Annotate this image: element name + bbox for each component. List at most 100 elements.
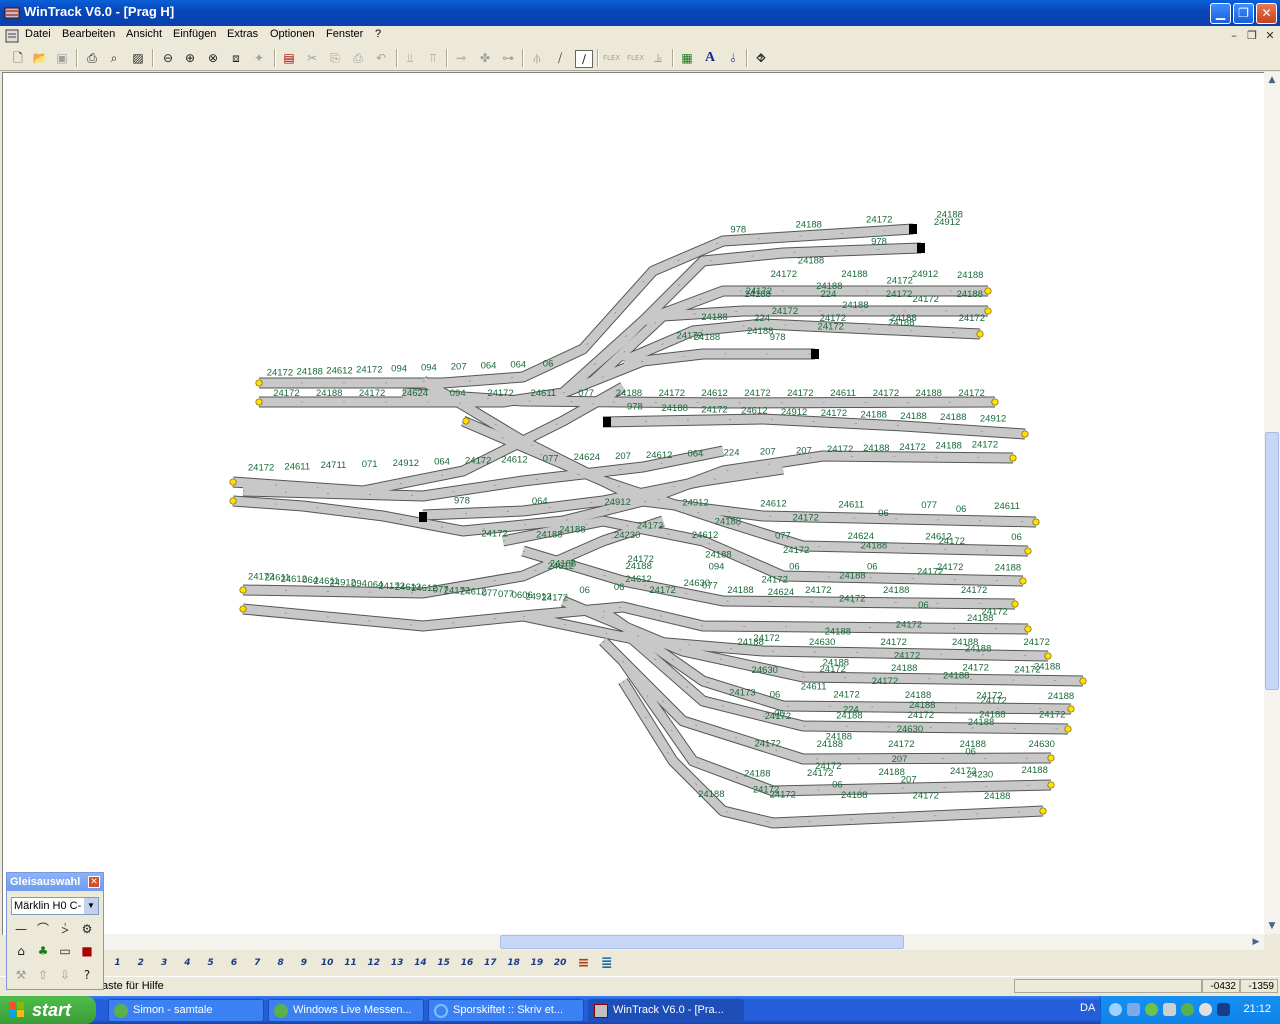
mdi-close-icon[interactable]: ✕ [1262,29,1278,43]
security-icon[interactable] [1163,1003,1176,1016]
scroll-down-icon[interactable]: ▼ [1264,918,1280,934]
flex-track-icon[interactable]: ∕ [575,50,593,68]
track-end-marker[interactable] [1021,430,1029,438]
messenger-status-icon[interactable] [1181,1003,1194,1016]
chevron-left-icon[interactable] [1109,1003,1122,1016]
layer-10-icon[interactable]: 10 [318,955,337,972]
palette-help-icon[interactable]: ? [77,965,97,985]
move-down-icon[interactable]: ⇩ [55,965,75,985]
layer-14-icon[interactable]: 14 [411,955,430,972]
restore-button[interactable]: ❐ [1233,3,1254,24]
scroll-right-icon[interactable]: ▶ [1248,934,1264,950]
mdi-minimize-icon[interactable]: – [1226,29,1242,43]
track-end-marker[interactable] [1011,600,1019,608]
print-preview-icon[interactable]: ⌕ [106,50,122,66]
layer-2-icon[interactable]: 2 [131,955,150,972]
close-button[interactable]: ✕ [1256,3,1277,24]
track-end-marker[interactable] [1064,725,1072,733]
connect-icon[interactable]: ⊸ [453,50,469,66]
text-icon[interactable]: A [702,50,718,66]
platform-icon[interactable]: ▭ [55,941,75,961]
turnout-icon[interactable]: ⫛ [529,50,545,66]
print-icon[interactable]: ⎙ [84,50,100,66]
menu-einfuegen[interactable]: Einfügen [173,28,216,40]
cut-icon[interactable]: ✂ [304,50,320,66]
image-icon[interactable]: ▨ [130,50,146,66]
open-icon[interactable]: 📂 [32,50,48,66]
layer-1-icon[interactable]: 1 [108,955,127,972]
messenger-tray-icon[interactable] [1145,1003,1158,1016]
chevron-down-icon[interactable]: ▼ [84,898,98,914]
save-icon[interactable]: ▣ [54,50,70,66]
track-system-select[interactable]: Märklin H0 C- ▼ [11,897,99,915]
layer-15-icon[interactable]: 15 [434,955,453,972]
buffer-stop[interactable] [917,243,925,253]
track-plan-canvas[interactable]: 24172 24188 24612 24172 094 094 207 064 064 06 241… [2,72,1265,935]
layer-11-icon[interactable]: 11 [341,955,360,972]
menu-bearbeiten[interactable]: Bearbeiten [62,28,115,40]
display-icon[interactable] [1217,1003,1230,1016]
layer-8-icon[interactable]: 8 [271,955,290,972]
track-end-marker[interactable] [229,497,237,505]
menu-ansicht[interactable]: Ansicht [126,28,162,40]
signal-icon[interactable]: ⫰ [725,50,741,66]
document-icon[interactable] [4,28,20,44]
taskbar-item-browser[interactable]: Sporskiftet :: Skriv et... [428,999,584,1022]
layer-17-icon[interactable]: 17 [481,955,500,972]
horizontal-scroll-thumb[interactable] [500,935,904,949]
track-end-marker[interactable] [229,478,237,486]
scroll-up-icon[interactable]: ▲ [1264,72,1280,88]
track-end-marker[interactable] [239,586,247,594]
flex-icon[interactable]: FLEX [603,50,620,66]
horizontal-scrollbar[interactable]: ▶ [104,934,1264,950]
copy-icon[interactable]: ⎘ [327,50,343,66]
rotate-icon[interactable]: ✤ [477,50,493,66]
vertical-scrollbar[interactable]: ▲ ▼ [1264,72,1280,934]
track-end-marker[interactable] [255,398,263,406]
layer-19-icon[interactable]: 19 [527,955,546,972]
menu-help[interactable]: ? [375,28,381,40]
layer-18-icon[interactable]: 18 [504,955,523,972]
track-end-marker[interactable] [1079,677,1087,685]
taskbar-item-wintrack[interactable]: WinTrack V6.0 - [Pra... [588,999,744,1022]
track-end-marker[interactable] [239,605,247,613]
track-end-marker[interactable] [1044,652,1052,660]
layer-all-icon[interactable]: ≡ [574,955,593,972]
menu-fenster[interactable]: Fenster [326,28,363,40]
disconnect-icon[interactable]: ⊶ [500,50,516,66]
paste-icon[interactable]: ⎙ [350,50,366,66]
layer-16-icon[interactable]: 16 [458,955,477,972]
track-end-marker[interactable] [1047,754,1055,762]
undo-icon[interactable]: ↶ [373,50,389,66]
track-end-marker[interactable] [1024,625,1032,633]
track-end-marker[interactable] [984,307,992,315]
buffer-stop[interactable] [811,349,819,359]
zoom-extents-icon[interactable]: ✦ [251,50,267,66]
switch-track-icon[interactable]: ⩼ [55,919,75,939]
turntable-icon[interactable]: ⚙ [77,919,97,939]
buffer-stop[interactable] [603,417,611,427]
tree-icon[interactable]: ♣ [33,941,53,961]
language-indicator[interactable]: DA [1080,1002,1095,1014]
track-end-marker[interactable] [1039,807,1047,815]
layer-7-icon[interactable]: 7 [248,955,267,972]
help-icon[interactable]: ⯑ [753,50,769,66]
curve-icon[interactable]: ⧸ [552,50,568,66]
layer-9-icon[interactable]: 9 [294,955,313,972]
zoom-out-icon[interactable]: ⊖ [160,50,176,66]
track-end-marker[interactable] [976,330,984,338]
taskbar-item-messenger[interactable]: Windows Live Messen... [268,999,424,1022]
track-end-marker[interactable] [1019,577,1027,585]
track-end-marker[interactable] [1047,781,1055,789]
layer-3-icon[interactable]: 3 [155,955,174,972]
parts-list-icon[interactable]: ▤ [281,50,297,66]
layer-13-icon[interactable]: 13 [388,955,407,972]
new-icon[interactable]: 🗋 [10,50,26,66]
track-end-marker[interactable] [984,287,992,295]
move-up-icon[interactable]: ⇧ [33,965,53,985]
track-end-marker[interactable] [255,379,263,387]
menu-optionen[interactable]: Optionen [270,28,315,40]
layer-select-icon[interactable]: ≣ [597,955,616,972]
wintrack-app-icon[interactable] [4,5,20,21]
tool-icon[interactable]: ⚒ [11,965,31,985]
